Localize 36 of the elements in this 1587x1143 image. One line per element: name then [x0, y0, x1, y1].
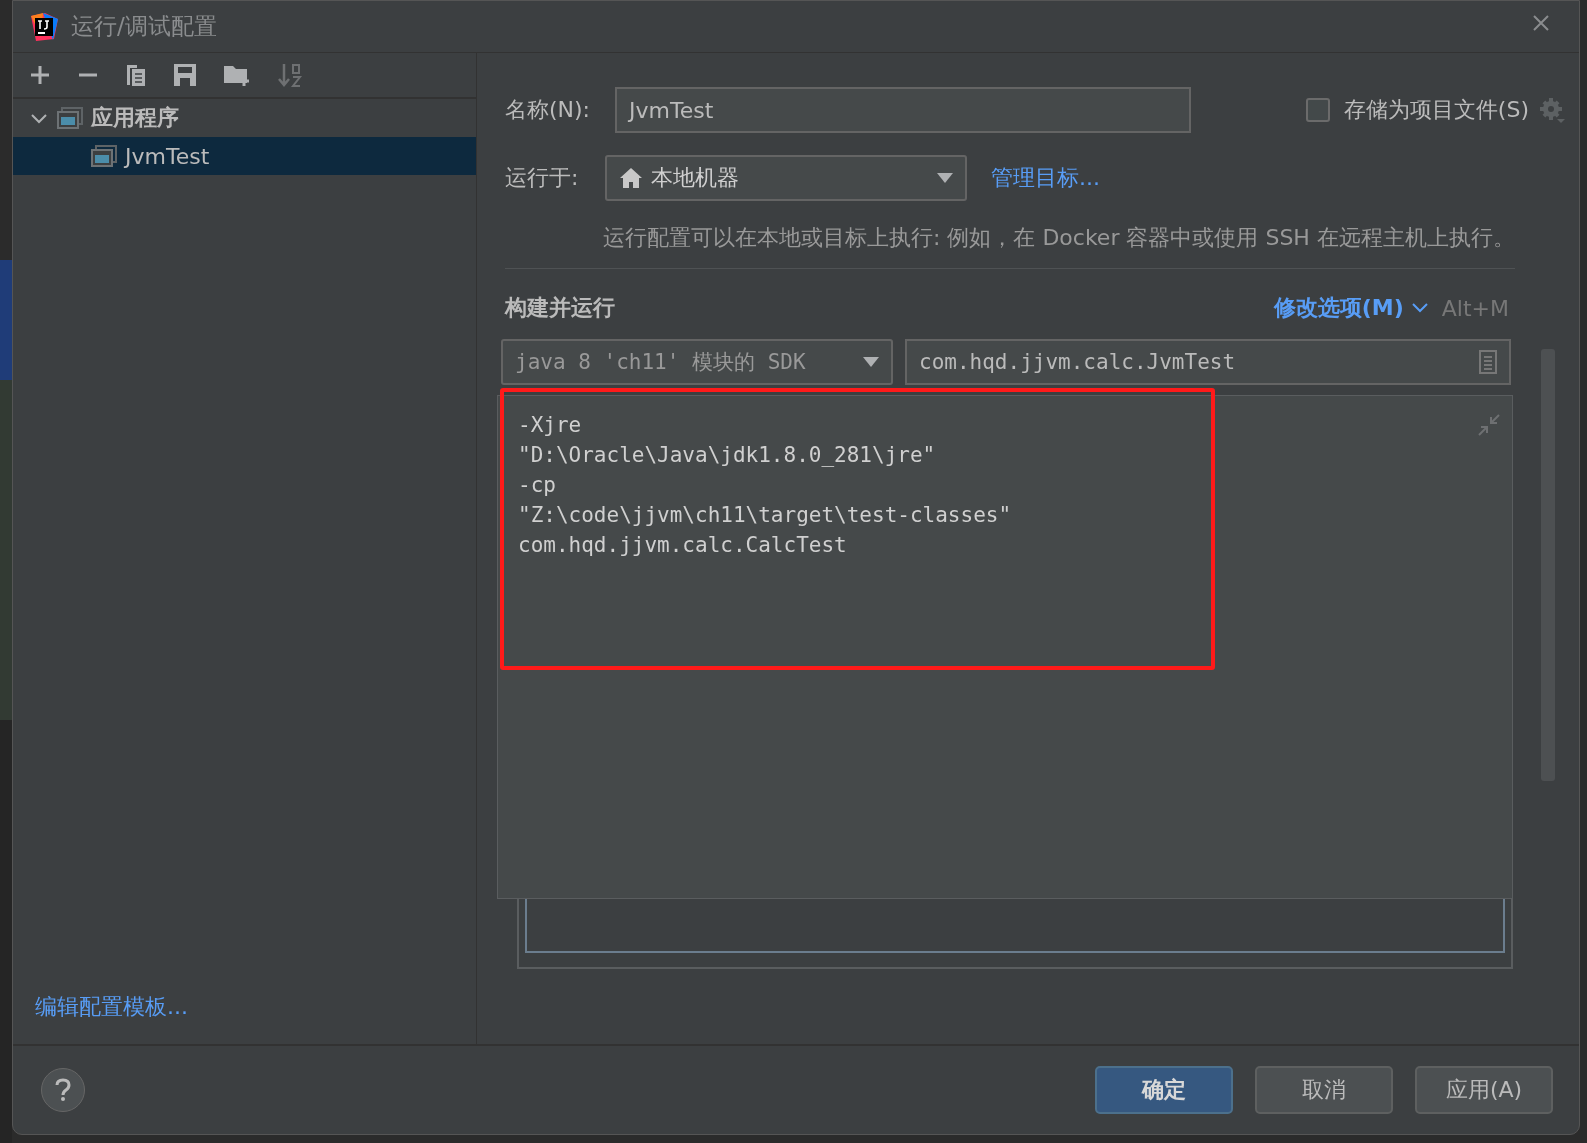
sort-icon[interactable] — [277, 62, 303, 88]
field-label: 运行于: — [505, 164, 580, 192]
chevron-down-icon[interactable] — [1411, 303, 1428, 313]
window-title: 运行/调试配置 — [71, 12, 217, 41]
name-field[interactable]: JvmTest — [615, 87, 1191, 133]
home-icon — [619, 167, 643, 189]
sdk-dropdown[interactable]: java 8 'ch11' 模块的 SDK — [501, 339, 893, 385]
manage-targets-link[interactable]: 管理目标... — [991, 163, 1100, 193]
help-button[interactable] — [41, 1068, 85, 1112]
shortcut-hint: Alt+M — [1441, 295, 1509, 321]
section-title: 构建并运行 — [505, 294, 615, 322]
close-icon[interactable] — [1533, 15, 1549, 31]
dropdown-arrow-icon — [937, 173, 953, 183]
dialog-button[interactable]: 应用(A) — [1415, 1066, 1553, 1114]
description-text: 运行配置可以在本地或目标上执行: 例如，在 Docker 容器中或使用 SSH 在远程主机上执行。 — [603, 224, 1516, 252]
add-icon[interactable] — [29, 64, 51, 86]
dialog-button[interactable]: 取消 — [1255, 1066, 1393, 1114]
edit-templates-link[interactable]: 编辑配置模板... — [35, 994, 188, 1019]
dropdown-arrow-icon — [863, 357, 879, 367]
run-target-dropdown[interactable]: 本地机器 — [605, 155, 967, 201]
tree-item[interactable]: JvmTest — [13, 137, 476, 175]
module-icon — [57, 107, 83, 129]
copy-icon[interactable] — [125, 63, 147, 87]
help-icon — [55, 1078, 71, 1102]
tree-item[interactable]: 应用程序 — [13, 99, 476, 137]
save-icon[interactable] — [173, 63, 197, 87]
module-icon — [91, 145, 117, 167]
main-class-field[interactable]: com.hqd.jjvm.calc.JvmTest — [905, 339, 1511, 385]
app-logo-icon — [29, 11, 59, 42]
field-label: 名称(N): — [505, 96, 592, 124]
document-icon[interactable] — [1479, 350, 1497, 374]
checkbox-label: 存储为项目文件(S) — [1343, 96, 1529, 124]
checkbox[interactable] — [1305, 98, 1330, 122]
modify-options-link[interactable]: 修改选项(M) — [1273, 293, 1404, 323]
folder-add-icon[interactable] — [223, 63, 251, 87]
ok-button[interactable]: 确定 — [1095, 1066, 1233, 1114]
